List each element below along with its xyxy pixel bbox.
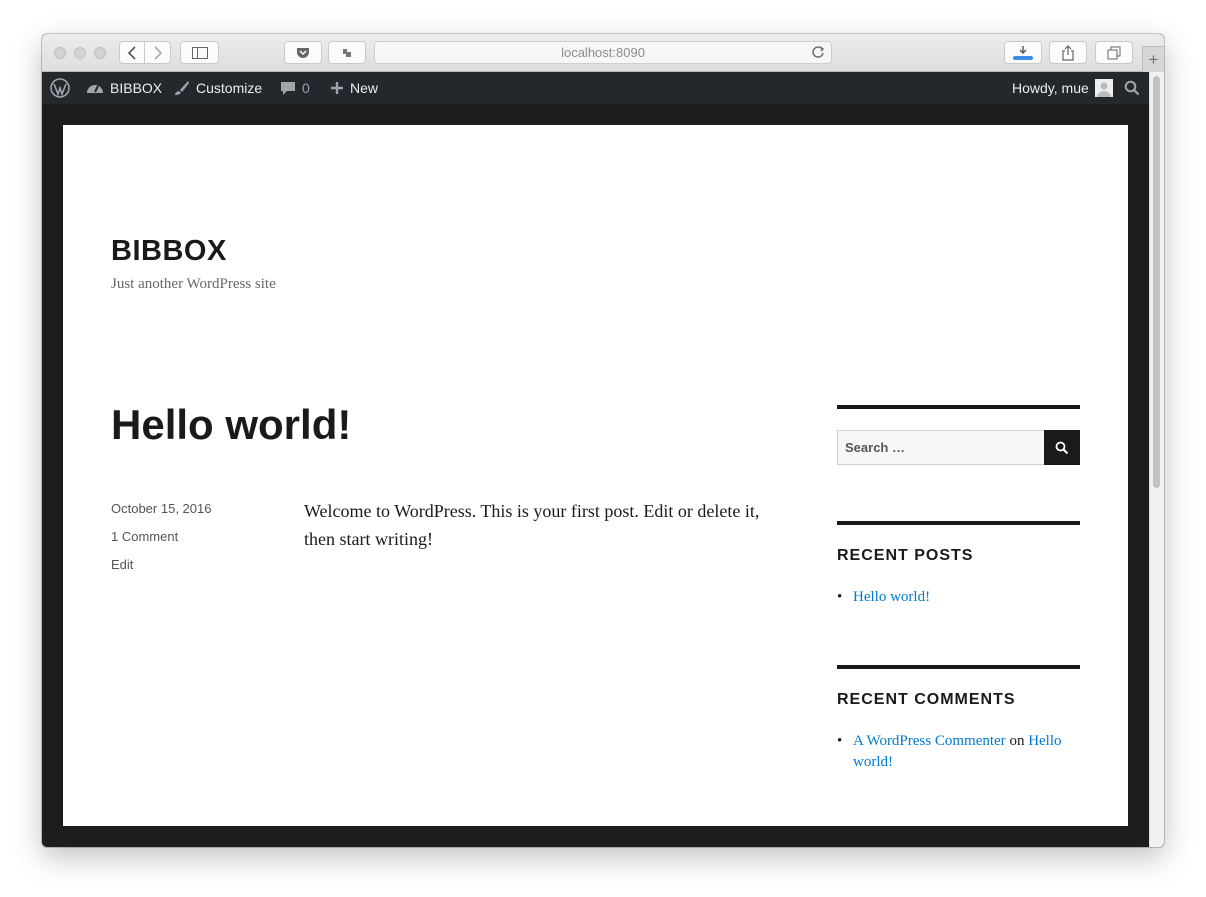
post-title[interactable]: Hello world! <box>111 401 351 449</box>
share-icon <box>1062 44 1074 61</box>
admin-search-button[interactable] <box>1124 72 1140 104</box>
list-item: A WordPress Commenter on Hello world! <box>837 731 1082 773</box>
plus-icon <box>331 82 343 94</box>
wp-admin-bar: BIBBOX Customize 0 New Howdy, mue <box>42 72 1149 104</box>
address-bar[interactable]: localhost:8090 <box>374 41 832 64</box>
recent-comments-list: A WordPress Commenter on Hello world! <box>837 731 1082 773</box>
comments-count: 0 <box>302 80 310 96</box>
minimize-window-button[interactable] <box>74 47 86 59</box>
scrollbar-thumb[interactable] <box>1153 76 1160 488</box>
site-name-label: BIBBOX <box>110 80 163 96</box>
chevron-left-icon <box>127 45 136 60</box>
widget-divider <box>837 405 1080 409</box>
post-edit-link[interactable]: Edit <box>111 557 133 572</box>
list-item: Hello world! <box>837 587 1082 608</box>
new-label: New <box>350 80 379 96</box>
url-text: localhost:8090 <box>561 45 645 60</box>
recent-post-link[interactable]: Hello world! <box>853 589 930 605</box>
wp-logo-menu[interactable] <box>50 72 70 104</box>
site-title[interactable]: BIBBOX <box>111 235 227 268</box>
search-submit-button[interactable] <box>1044 430 1080 465</box>
dashboard-icon <box>87 85 103 93</box>
browser-window: localhost:8090 + BIBBOX Customize 0 New … <box>42 34 1164 847</box>
forward-button[interactable] <box>144 41 171 64</box>
post-content: Welcome to WordPress. This is your first… <box>304 501 760 549</box>
tabs-overview-button[interactable] <box>1095 41 1133 64</box>
chevron-right-icon <box>153 45 162 60</box>
new-content-menu[interactable]: New <box>330 72 378 104</box>
new-tab-button[interactable]: + <box>1142 46 1164 72</box>
customize-link[interactable]: Customize <box>174 72 262 104</box>
page-scrollbar[interactable] <box>1149 72 1164 847</box>
downloads-button[interactable] <box>1004 41 1042 64</box>
extension-icon <box>343 48 351 57</box>
pocket-icon <box>297 47 309 58</box>
comment-connector: on <box>1009 733 1025 749</box>
greeting-label: Howdy, mue <box>1012 80 1089 96</box>
share-button[interactable] <box>1049 41 1087 64</box>
site-page: BIBBOX Just another WordPress site Hello… <box>63 125 1128 826</box>
post-date[interactable]: October 15, 2016 <box>111 501 211 516</box>
customize-label: Customize <box>196 80 263 96</box>
browser-toolbar: localhost:8090 + <box>42 34 1164 72</box>
search-icon <box>1055 441 1069 454</box>
paintbrush-icon <box>175 81 189 95</box>
site-description: Just another WordPress site <box>111 276 276 292</box>
widget-divider <box>837 665 1080 669</box>
widget-divider <box>837 521 1080 525</box>
close-window-button[interactable] <box>54 47 66 59</box>
tabs-icon <box>1107 46 1121 59</box>
sidebar-icon <box>191 46 208 59</box>
pocket-button[interactable] <box>284 41 322 64</box>
recent-posts-list: Hello world! <box>837 587 1082 608</box>
user-silhouette-icon <box>1096 82 1111 97</box>
extension-button[interactable] <box>328 41 366 64</box>
comments-link[interactable]: 0 <box>280 72 310 104</box>
search-icon <box>1124 80 1140 96</box>
download-icon <box>1013 45 1033 60</box>
sidebar-toggle-button[interactable] <box>180 41 219 64</box>
search-input[interactable]: Search … <box>837 430 1045 465</box>
comment-bubble-icon <box>281 82 295 95</box>
comment-author-link[interactable]: A WordPress Commenter <box>853 733 1006 749</box>
reload-icon[interactable] <box>811 45 825 59</box>
wordpress-logo-icon <box>50 78 70 98</box>
recent-comments-title: RECENT COMMENTS <box>837 691 1016 708</box>
post-comments-link[interactable]: 1 Comment <box>111 529 178 544</box>
plus-icon: + <box>1148 49 1159 69</box>
recent-posts-title: RECENT POSTS <box>837 547 974 564</box>
back-button[interactable] <box>119 41 145 64</box>
avatar <box>1094 79 1113 97</box>
account-menu[interactable]: Howdy, mue <box>1012 72 1113 104</box>
site-name-menu[interactable]: BIBBOX <box>86 72 162 104</box>
zoom-window-button[interactable] <box>94 47 106 59</box>
